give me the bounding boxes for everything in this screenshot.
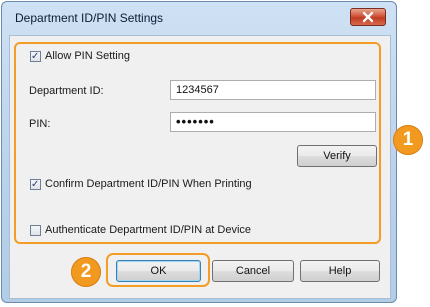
help-button[interactable]: Help (300, 260, 380, 282)
confirm-when-printing-label: Confirm Department ID/PIN When Printing (45, 178, 252, 190)
confirm-when-printing-checkbox[interactable]: ✓ (30, 178, 41, 190)
cancel-button[interactable]: Cancel (212, 260, 294, 282)
verify-button[interactable]: Verify (297, 145, 377, 167)
confirm-when-printing-row[interactable]: ✓ Confirm Department ID/PIN When Printin… (30, 178, 252, 190)
allow-pin-setting-checkbox[interactable]: ✓ (30, 50, 41, 62)
authenticate-at-device-label: Authenticate Department ID/PIN at Device (45, 224, 252, 236)
pin-input[interactable]: ••••••• (170, 112, 376, 132)
department-id-input[interactable]: 1234567 (170, 80, 376, 100)
dialog-title: Department ID/PIN Settings (15, 11, 164, 25)
close-icon (362, 11, 374, 23)
authenticate-at-device-checkbox[interactable] (30, 224, 41, 236)
close-button[interactable] (350, 8, 386, 26)
ok-button[interactable]: OK (116, 260, 201, 282)
allow-pin-setting-row[interactable]: ✓ Allow PIN Setting (30, 50, 130, 62)
checkmark-icon: ✓ (31, 178, 40, 190)
settings-highlight-frame (14, 42, 381, 244)
authenticate-at-device-row[interactable]: Authenticate Department ID/PIN at Device (30, 224, 251, 236)
callout-badge-2: 2 (71, 257, 101, 287)
department-id-label: Department ID: (29, 85, 104, 97)
checkmark-icon: ✓ (31, 50, 40, 62)
callout-badge-1: 1 (393, 125, 423, 155)
allow-pin-setting-label: Allow PIN Setting (45, 50, 130, 62)
title-bar[interactable]: Department ID/PIN Settings (2, 2, 396, 34)
pin-label: PIN: (29, 118, 51, 130)
